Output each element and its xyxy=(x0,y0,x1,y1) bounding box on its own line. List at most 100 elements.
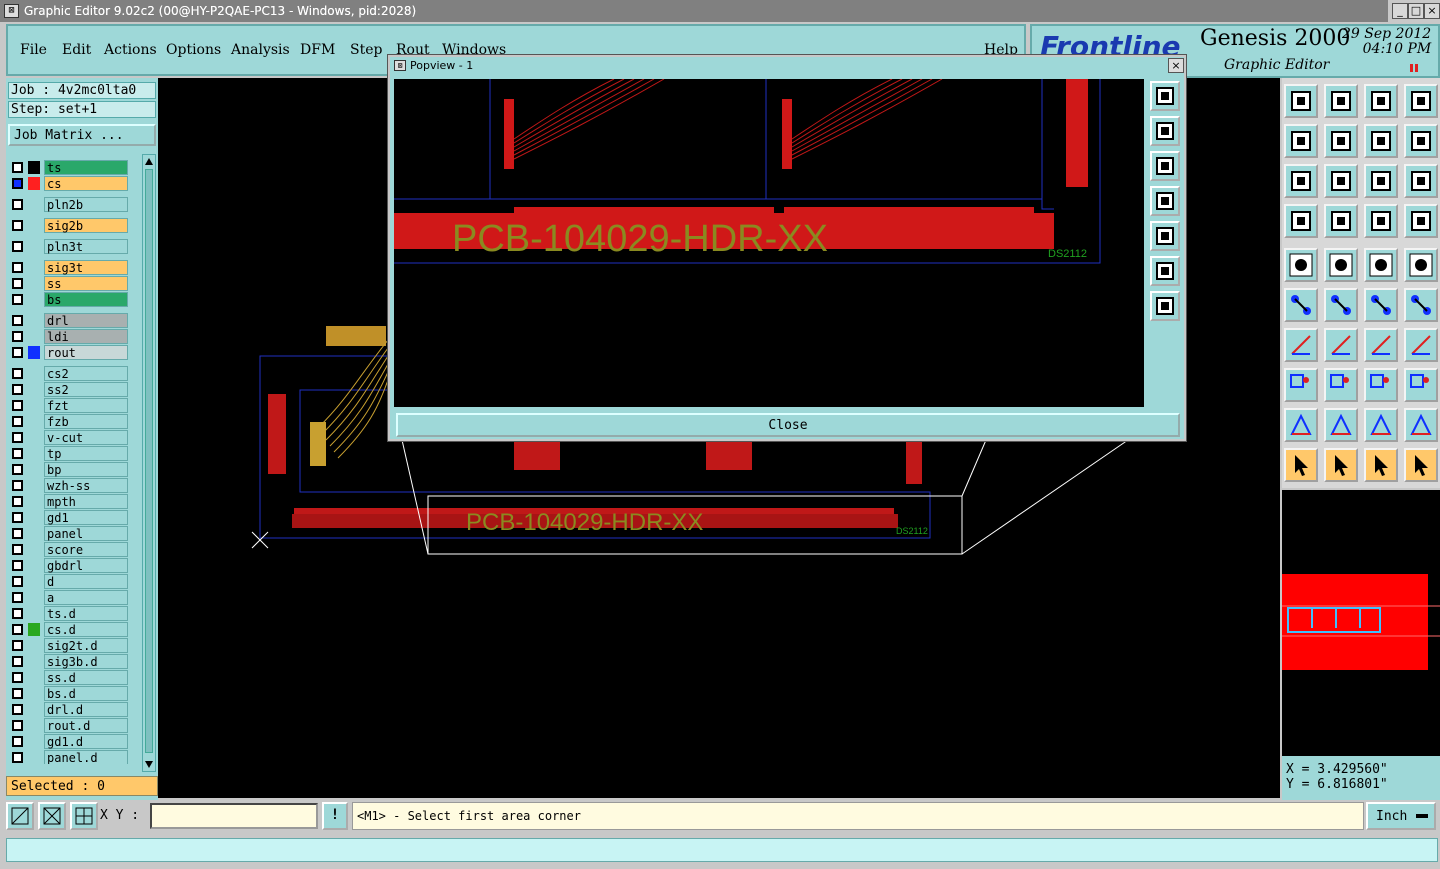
layer-checkbox[interactable] xyxy=(12,560,23,571)
measure-button[interactable] xyxy=(38,802,66,830)
layer-color-swatch[interactable] xyxy=(28,623,40,636)
layer-row[interactable]: bp xyxy=(10,462,128,477)
layer-color-swatch[interactable] xyxy=(28,639,40,652)
layer-name[interactable]: cs xyxy=(44,176,128,191)
scroll-down-icon[interactable] xyxy=(145,761,153,769)
layer-row[interactable]: gd1.d xyxy=(10,734,128,749)
slash-tool-button[interactable] xyxy=(1324,328,1358,362)
units-button[interactable]: Inch xyxy=(1366,802,1436,830)
layer-row[interactable]: a xyxy=(10,590,128,605)
layer-name[interactable]: bs.d xyxy=(44,686,128,701)
scroll-thumb[interactable] xyxy=(145,169,153,753)
menu-edit[interactable]: Edit xyxy=(62,42,91,58)
move-up-tool-button[interactable] xyxy=(1284,84,1318,118)
layer-name[interactable]: gd1 xyxy=(44,510,128,525)
a-line-tool-button[interactable] xyxy=(1364,408,1398,442)
layer-row[interactable]: mpth xyxy=(10,494,128,509)
xy-input[interactable] xyxy=(150,803,318,829)
scroll-up-icon[interactable] xyxy=(145,157,153,165)
layer-checkbox[interactable] xyxy=(12,672,23,683)
popview-up-button[interactable] xyxy=(1150,116,1180,146)
layer-color-swatch[interactable] xyxy=(28,383,40,396)
layer-color-swatch[interactable] xyxy=(28,735,40,748)
menu-step[interactable]: Step xyxy=(350,42,382,58)
layer-name[interactable]: ts xyxy=(44,160,128,175)
maximize-button[interactable]: □ xyxy=(1408,3,1424,19)
menu-actions[interactable]: Actions xyxy=(104,42,157,58)
layer-row[interactable]: cs xyxy=(10,176,128,191)
menu-file[interactable]: File xyxy=(20,42,47,58)
layer-color-swatch[interactable] xyxy=(28,463,40,476)
layer-name[interactable]: mpth xyxy=(44,494,128,509)
layer-color-swatch[interactable] xyxy=(28,161,40,174)
layer-checkbox[interactable] xyxy=(12,162,23,173)
layer-name[interactable]: a xyxy=(44,590,128,605)
layer-checkbox[interactable] xyxy=(12,496,23,507)
layer-checkbox[interactable] xyxy=(12,294,23,305)
layer-name[interactable]: score xyxy=(44,542,128,557)
alert-button[interactable]: ! xyxy=(322,802,348,830)
layer-checkbox[interactable] xyxy=(12,278,23,289)
layer-color-swatch[interactable] xyxy=(28,655,40,668)
layer-color-swatch[interactable] xyxy=(28,543,40,556)
layer-row[interactable]: bs xyxy=(10,292,128,307)
layer-color-swatch[interactable] xyxy=(28,240,40,253)
layer-color-swatch[interactable] xyxy=(28,527,40,540)
layer-name[interactable]: tp xyxy=(44,446,128,461)
connect-tool-button[interactable] xyxy=(1364,288,1398,322)
center-tool-button[interactable] xyxy=(1324,164,1358,198)
layer-color-swatch[interactable] xyxy=(28,261,40,274)
layer-color-swatch[interactable] xyxy=(28,399,40,412)
split-tool-button[interactable] xyxy=(1404,84,1438,118)
popview-canvas[interactable]: PCB-104029-HDR-XX DS2112 xyxy=(394,79,1144,407)
layer-name[interactable]: sig2t.d xyxy=(44,638,128,653)
layer-color-swatch[interactable] xyxy=(28,559,40,572)
circle-tool-button[interactable] xyxy=(1404,248,1438,282)
popview-zoom-in-button[interactable] xyxy=(1150,81,1180,111)
snap-tool-button[interactable] xyxy=(1284,368,1318,402)
pointer-tool-button[interactable] xyxy=(1284,448,1318,482)
layer-color-swatch[interactable] xyxy=(28,511,40,524)
close-window-button[interactable]: × xyxy=(1424,3,1440,19)
layer-checkbox[interactable] xyxy=(12,400,23,411)
layer-color-swatch[interactable] xyxy=(28,330,40,343)
move-right-tool-button[interactable] xyxy=(1324,124,1358,158)
layer-row[interactable]: ts xyxy=(10,160,128,175)
layer-checkbox[interactable] xyxy=(12,178,23,189)
layer-checkbox[interactable] xyxy=(12,416,23,427)
layer-checkbox[interactable] xyxy=(12,384,23,395)
wire-tool-button[interactable] xyxy=(1284,204,1318,238)
layer-row[interactable]: panel.d xyxy=(10,750,128,764)
layer-name[interactable]: drl.d xyxy=(44,702,128,717)
layer-color-swatch[interactable] xyxy=(28,575,40,588)
layer-name[interactable]: fzt xyxy=(44,398,128,413)
select-tool-button[interactable] xyxy=(1324,448,1358,482)
layer-name[interactable]: cs2 xyxy=(44,366,128,381)
layer-checkbox[interactable] xyxy=(12,464,23,475)
scale-tool-button[interactable] xyxy=(1364,164,1398,198)
layer-checkbox[interactable] xyxy=(12,608,23,619)
layer-name[interactable]: ts.d xyxy=(44,606,128,621)
layer-checkbox[interactable] xyxy=(12,512,23,523)
home-tool-button[interactable] xyxy=(1364,84,1398,118)
layer-name[interactable]: wzh-ss xyxy=(44,478,128,493)
layer-color-swatch[interactable] xyxy=(28,346,40,359)
layer-row[interactable]: fzb xyxy=(10,414,128,429)
layer-checkbox[interactable] xyxy=(12,241,23,252)
undo-tool-button[interactable] xyxy=(1364,124,1398,158)
layer-row[interactable]: ss2 xyxy=(10,382,128,397)
layer-checkbox[interactable] xyxy=(12,624,23,635)
layer-color-swatch[interactable] xyxy=(28,607,40,620)
layer-color-swatch[interactable] xyxy=(28,198,40,211)
shapes-tool-button[interactable] xyxy=(1404,368,1438,402)
layer-checkbox[interactable] xyxy=(12,315,23,326)
net-tool-button[interactable] xyxy=(1284,288,1318,322)
layer-row[interactable]: ldi xyxy=(10,329,128,344)
layer-name[interactable]: rout.d xyxy=(44,718,128,733)
layer-row[interactable]: score xyxy=(10,542,128,557)
layer-b-tool-button[interactable] xyxy=(1404,204,1438,238)
minus-tool-button[interactable] xyxy=(1324,368,1358,402)
arrow-tool-button[interactable] xyxy=(1324,408,1358,442)
layer-name[interactable]: ss2 xyxy=(44,382,128,397)
layer-checkbox[interactable] xyxy=(12,528,23,539)
